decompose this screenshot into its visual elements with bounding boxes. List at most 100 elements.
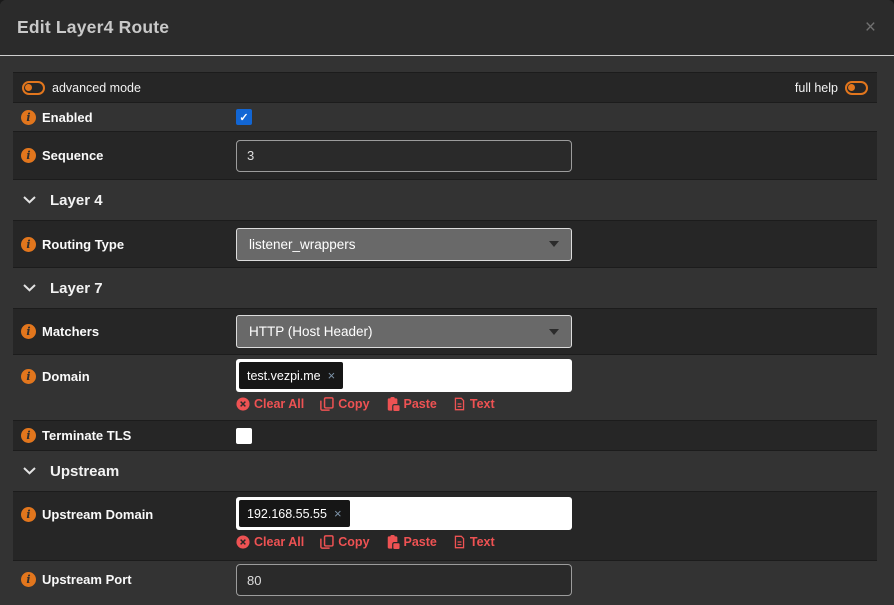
upstream-domain-tag-text: 192.168.55.55	[247, 507, 327, 521]
info-icon[interactable]: i	[21, 428, 36, 443]
clear-all-label: Clear All	[254, 535, 304, 549]
control-cell	[236, 564, 869, 596]
paste-icon	[386, 397, 400, 411]
upstream-domain-tag: 192.168.55.55 ×	[239, 500, 350, 527]
matchers-selected-value: HTTP (Host Header)	[249, 324, 373, 339]
caret-down-icon	[549, 241, 559, 247]
paste-label: Paste	[404, 535, 437, 549]
full-help-label: full help	[795, 81, 838, 95]
field-row-upstream-port: i Upstream Port	[13, 560, 877, 600]
info-icon[interactable]: i	[21, 110, 36, 125]
terminate-tls-checkbox[interactable]	[236, 428, 252, 444]
field-label-matchers: Matchers	[42, 324, 99, 339]
advanced-mode-toggle[interactable]: advanced mode	[22, 81, 141, 95]
enabled-checkbox[interactable]: ✓	[236, 109, 252, 125]
modal-body: advanced mode full help i Enabled ✓ i Se…	[0, 56, 894, 605]
label-cell: i Upstream Port	[21, 572, 236, 587]
domain-tag: test.vezpi.me ×	[239, 362, 343, 389]
routing-type-selected-value: listener_wrappers	[249, 237, 356, 252]
label-cell: i Routing Type	[21, 237, 236, 252]
chevron-down-icon	[23, 467, 36, 475]
section-title-layer7: Layer 7	[50, 280, 103, 297]
remove-tag-icon[interactable]: ×	[328, 368, 336, 383]
control-cell	[236, 140, 869, 172]
toggle-knob	[848, 84, 855, 91]
field-row-matchers: i Matchers HTTP (Host Header)	[13, 309, 877, 354]
file-text-icon	[453, 397, 466, 411]
circle-x-icon	[236, 535, 250, 549]
upstream-port-input[interactable]	[236, 564, 572, 596]
text-button[interactable]: Text	[453, 535, 495, 549]
control-cell: ✓	[236, 109, 869, 125]
caret-down-icon	[549, 329, 559, 335]
control-cell: listener_wrappers	[236, 228, 869, 261]
section-layer4[interactable]: Layer 4	[13, 185, 877, 215]
section-layer7[interactable]: Layer 7	[13, 273, 877, 303]
label-cell: i Enabled	[21, 110, 236, 125]
upstream-domain-tag-actions: Clear All Copy Paste Text	[236, 535, 869, 549]
toggle-knob	[25, 84, 32, 91]
remove-tag-icon[interactable]: ×	[334, 506, 342, 521]
field-row-sequence: i Sequence	[13, 132, 877, 179]
copy-label: Copy	[338, 397, 369, 411]
domain-input[interactable]: test.vezpi.me ×	[236, 359, 572, 392]
paste-label: Paste	[404, 397, 437, 411]
paste-button[interactable]: Paste	[386, 535, 437, 549]
field-label-terminate-tls: Terminate TLS	[42, 428, 131, 443]
field-label-upstream-domain: Upstream Domain	[42, 507, 153, 522]
field-row-upstream-domain: i Upstream Domain 192.168.55.55 × Clear …	[13, 492, 877, 560]
text-button[interactable]: Text	[453, 397, 495, 411]
clear-all-label: Clear All	[254, 397, 304, 411]
info-icon[interactable]: i	[21, 507, 36, 522]
control-cell	[236, 428, 869, 444]
copy-icon	[320, 535, 334, 549]
copy-button[interactable]: Copy	[320, 535, 369, 549]
domain-tag-actions: Clear All Copy Paste Text	[236, 397, 869, 411]
upstream-domain-input[interactable]: 192.168.55.55 ×	[236, 497, 572, 530]
modal-header: Edit Layer4 Route ×	[0, 0, 894, 56]
chevron-down-icon	[23, 284, 36, 292]
control-cell: 192.168.55.55 × Clear All Copy	[236, 497, 869, 549]
copy-button[interactable]: Copy	[320, 397, 369, 411]
text-label: Text	[470, 535, 495, 549]
control-cell: HTTP (Host Header)	[236, 315, 869, 348]
page-title: Edit Layer4 Route	[17, 17, 169, 38]
section-title-layer4: Layer 4	[50, 192, 103, 209]
mode-bar: advanced mode full help	[13, 73, 877, 102]
domain-tag-text: test.vezpi.me	[247, 369, 321, 383]
info-icon[interactable]: i	[21, 369, 36, 384]
field-label-enabled: Enabled	[42, 110, 93, 125]
control-cell: test.vezpi.me × Clear All Copy	[236, 359, 869, 411]
paste-icon	[386, 535, 400, 549]
field-label-routing-type: Routing Type	[42, 237, 124, 252]
info-icon[interactable]: i	[21, 572, 36, 587]
matchers-select[interactable]: HTTP (Host Header)	[236, 315, 572, 348]
label-cell: i Matchers	[21, 324, 236, 339]
advanced-mode-label: advanced mode	[52, 81, 141, 95]
chevron-down-icon	[23, 196, 36, 204]
label-cell: i Domain	[21, 369, 236, 384]
full-help-toggle-icon[interactable]	[845, 81, 868, 95]
circle-x-icon	[236, 397, 250, 411]
info-icon[interactable]: i	[21, 237, 36, 252]
routing-type-select[interactable]: listener_wrappers	[236, 228, 572, 261]
copy-icon	[320, 397, 334, 411]
advanced-mode-toggle-icon[interactable]	[22, 81, 45, 95]
full-help-toggle[interactable]: full help	[795, 81, 868, 95]
field-row-routing-type: i Routing Type listener_wrappers	[13, 221, 877, 267]
field-row-terminate-tls: i Terminate TLS	[13, 421, 877, 450]
paste-button[interactable]: Paste	[386, 397, 437, 411]
field-row-domain: i Domain test.vezpi.me × Clear All	[13, 354, 877, 421]
edit-layer4-route-modal: Edit Layer4 Route × advanced mode full h…	[0, 0, 894, 605]
file-text-icon	[453, 535, 466, 549]
clear-all-button[interactable]: Clear All	[236, 397, 304, 411]
clear-all-button[interactable]: Clear All	[236, 535, 304, 549]
label-cell: i Sequence	[21, 148, 236, 163]
field-row-enabled: i Enabled ✓	[13, 102, 877, 132]
close-icon[interactable]: ×	[865, 18, 876, 37]
info-icon[interactable]: i	[21, 324, 36, 339]
sequence-input[interactable]	[236, 140, 572, 172]
section-upstream[interactable]: Upstream	[13, 456, 877, 486]
info-icon[interactable]: i	[21, 148, 36, 163]
section-title-upstream: Upstream	[50, 463, 119, 480]
